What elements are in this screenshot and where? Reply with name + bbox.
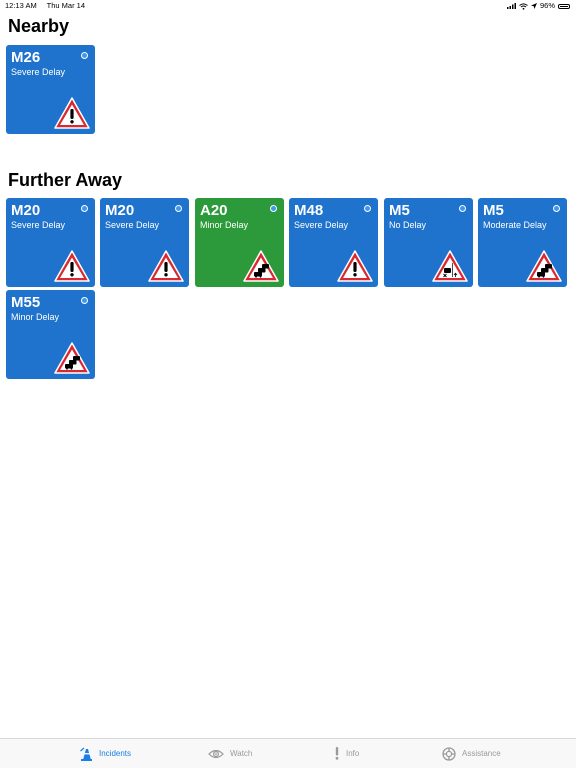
incident-road-name: M20 <box>105 202 135 219</box>
tab-watch[interactable]: Watch <box>208 739 252 768</box>
tab-info-label: Info <box>346 749 360 758</box>
queues-likely-sign-icon <box>243 250 279 282</box>
incident-status: Severe Delay <box>105 220 160 230</box>
incident-status: Severe Delay <box>294 220 349 230</box>
tab-incidents-label: Incidents <box>99 749 132 758</box>
incidents-cone-icon <box>80 747 92 761</box>
watch-indicator-dot <box>364 205 371 212</box>
tab-watch-label: Watch <box>230 749 253 758</box>
incident-card[interactable]: M26 Severe Delay <box>6 45 95 134</box>
incident-status: No Delay <box>389 220 427 230</box>
incident-road-name: M5 <box>483 202 504 219</box>
incident-card[interactable]: M5 Moderate Delay <box>478 198 567 287</box>
incident-status: Severe Delay <box>11 67 66 77</box>
warning-exclamation-sign-icon <box>54 250 90 282</box>
lifebuoy-icon <box>442 746 456 761</box>
tab-info[interactable]: Info <box>334 739 359 768</box>
signal-icon <box>506 3 516 9</box>
incident-status: Severe Delay <box>11 220 66 230</box>
incident-card[interactable]: M20 Severe Delay <box>100 198 189 287</box>
warning-exclamation-sign-icon <box>54 97 90 129</box>
lane-closed-sign-icon <box>432 250 468 282</box>
nearby-section-title: Nearby <box>8 16 70 36</box>
incident-road-name: A20 <box>200 202 228 219</box>
status-time: 12:13 AM <box>5 1 37 10</box>
status-bar: 12:13 AM Thu Mar 14 96% <box>0 0 576 12</box>
further-away-section-title: Further Away <box>8 170 123 190</box>
incident-card[interactable]: M5 No Delay <box>384 198 473 287</box>
queues-likely-sign-icon <box>54 342 90 374</box>
incident-road-name: M26 <box>11 49 41 66</box>
watch-indicator-dot <box>459 205 466 212</box>
exclamation-icon <box>335 747 339 760</box>
watch-indicator-dot <box>175 205 182 212</box>
incident-status: Moderate Delay <box>483 220 547 230</box>
incident-road-name: M55 <box>11 294 41 311</box>
warning-exclamation-sign-icon <box>148 250 184 282</box>
incident-card[interactable]: M20 Severe Delay <box>6 198 95 287</box>
incident-road-name: M48 <box>294 202 324 219</box>
incident-status: Minor Delay <box>11 312 60 322</box>
status-date: Thu Mar 14 <box>46 1 86 10</box>
location-arrow-icon <box>530 3 537 9</box>
tab-incidents[interactable]: Incidents <box>80 739 131 768</box>
incident-status: Minor Delay <box>200 220 249 230</box>
battery-fill <box>560 5 568 7</box>
incident-card[interactable]: M55 Minor Delay <box>6 290 95 379</box>
battery-percent: 96% <box>539 1 555 10</box>
warning-exclamation-sign-icon <box>337 250 373 282</box>
nearby-card-grid: M26 Severe Delay <box>6 45 572 134</box>
incident-road-name: M5 <box>389 202 410 219</box>
watch-indicator-dot <box>81 52 88 59</box>
queues-likely-sign-icon <box>526 250 562 282</box>
watch-indicator-dot <box>81 297 88 304</box>
watch-indicator-dot <box>553 205 560 212</box>
status-left: 12:13 AM Thu Mar 14 <box>5 0 93 12</box>
watch-indicator-dot <box>270 205 277 212</box>
eye-icon <box>208 749 224 758</box>
incident-road-name: M20 <box>11 202 41 219</box>
further-away-card-grid: M20 Severe Delay M20 Severe Delay A20 Minor D… <box>6 198 572 380</box>
tab-assistance-label: Assistance <box>462 749 501 758</box>
tab-bar: Incidents Watch Info Assistance <box>0 738 576 768</box>
tab-assistance[interactable]: Assistance <box>442 739 501 768</box>
status-right: 96% <box>506 0 570 12</box>
battery-icon <box>558 3 570 9</box>
wifi-icon <box>519 2 528 10</box>
incident-card[interactable]: A20 Minor Delay <box>195 198 284 287</box>
incident-card[interactable]: M48 Severe Delay <box>289 198 378 287</box>
watch-indicator-dot <box>81 205 88 212</box>
